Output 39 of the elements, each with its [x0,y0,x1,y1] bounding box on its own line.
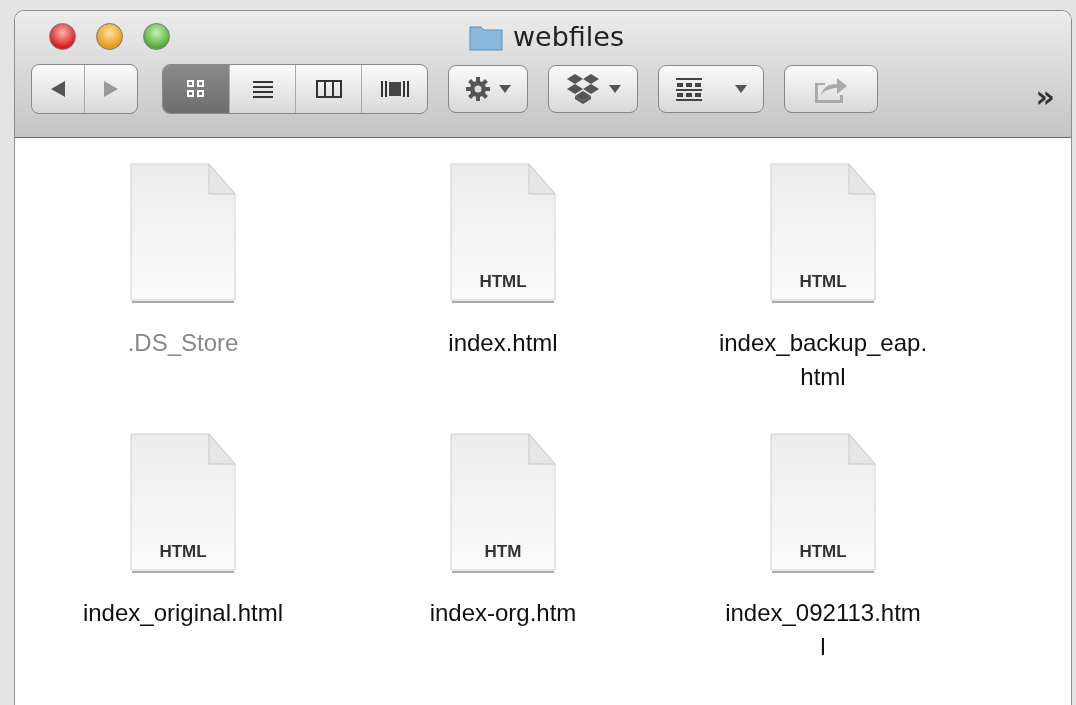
caret-icon [735,85,747,93]
open-box-icon [565,72,601,106]
document-icon[interactable] [127,432,239,574]
file-type-label: HTML [798,542,848,562]
file-name[interactable]: index.html [448,326,558,360]
cover-flow-icon [379,79,410,99]
file-type-label: HTML [478,272,528,292]
toolbar-overflow-button[interactable]: » [1035,78,1055,114]
zoom-button[interactable] [143,22,170,50]
arrange-menu-button[interactable] [658,65,764,113]
list-view-icon [250,78,275,100]
document-icon[interactable] [447,432,559,574]
file-name[interactable]: .DS_Store [127,326,239,360]
action-menu-button[interactable] [448,65,528,113]
column-view-icon [315,79,342,99]
caret-icon [609,85,621,93]
file-name[interactable]: index_092113.htm l [725,596,921,664]
file-name[interactable]: index-org.htm [429,596,577,630]
caret-icon [499,85,511,93]
file-type-label: HTML [798,272,848,292]
close-button[interactable] [49,22,76,50]
file-name[interactable]: index_original.html [82,596,284,630]
gear-icon [465,76,491,102]
back-icon [49,80,67,98]
grid-icon [675,75,703,103]
document-icon[interactable] [767,162,879,304]
file-type-label: HTM [483,542,523,562]
minimize-button[interactable] [96,22,123,50]
document-icon[interactable] [447,162,559,304]
forward-icon [102,80,120,98]
view-mode-control[interactable] [162,64,428,114]
share-button[interactable] [784,65,878,113]
file-type-label: HTML [158,542,208,562]
window-title: webfiles [513,21,625,52]
back-forward-control[interactable] [31,64,138,114]
box-menu-button[interactable] [548,65,638,113]
file-name[interactable]: index_backup_eap. html [718,326,928,394]
document-icon[interactable] [767,432,879,574]
icon-view-icon [185,78,207,100]
